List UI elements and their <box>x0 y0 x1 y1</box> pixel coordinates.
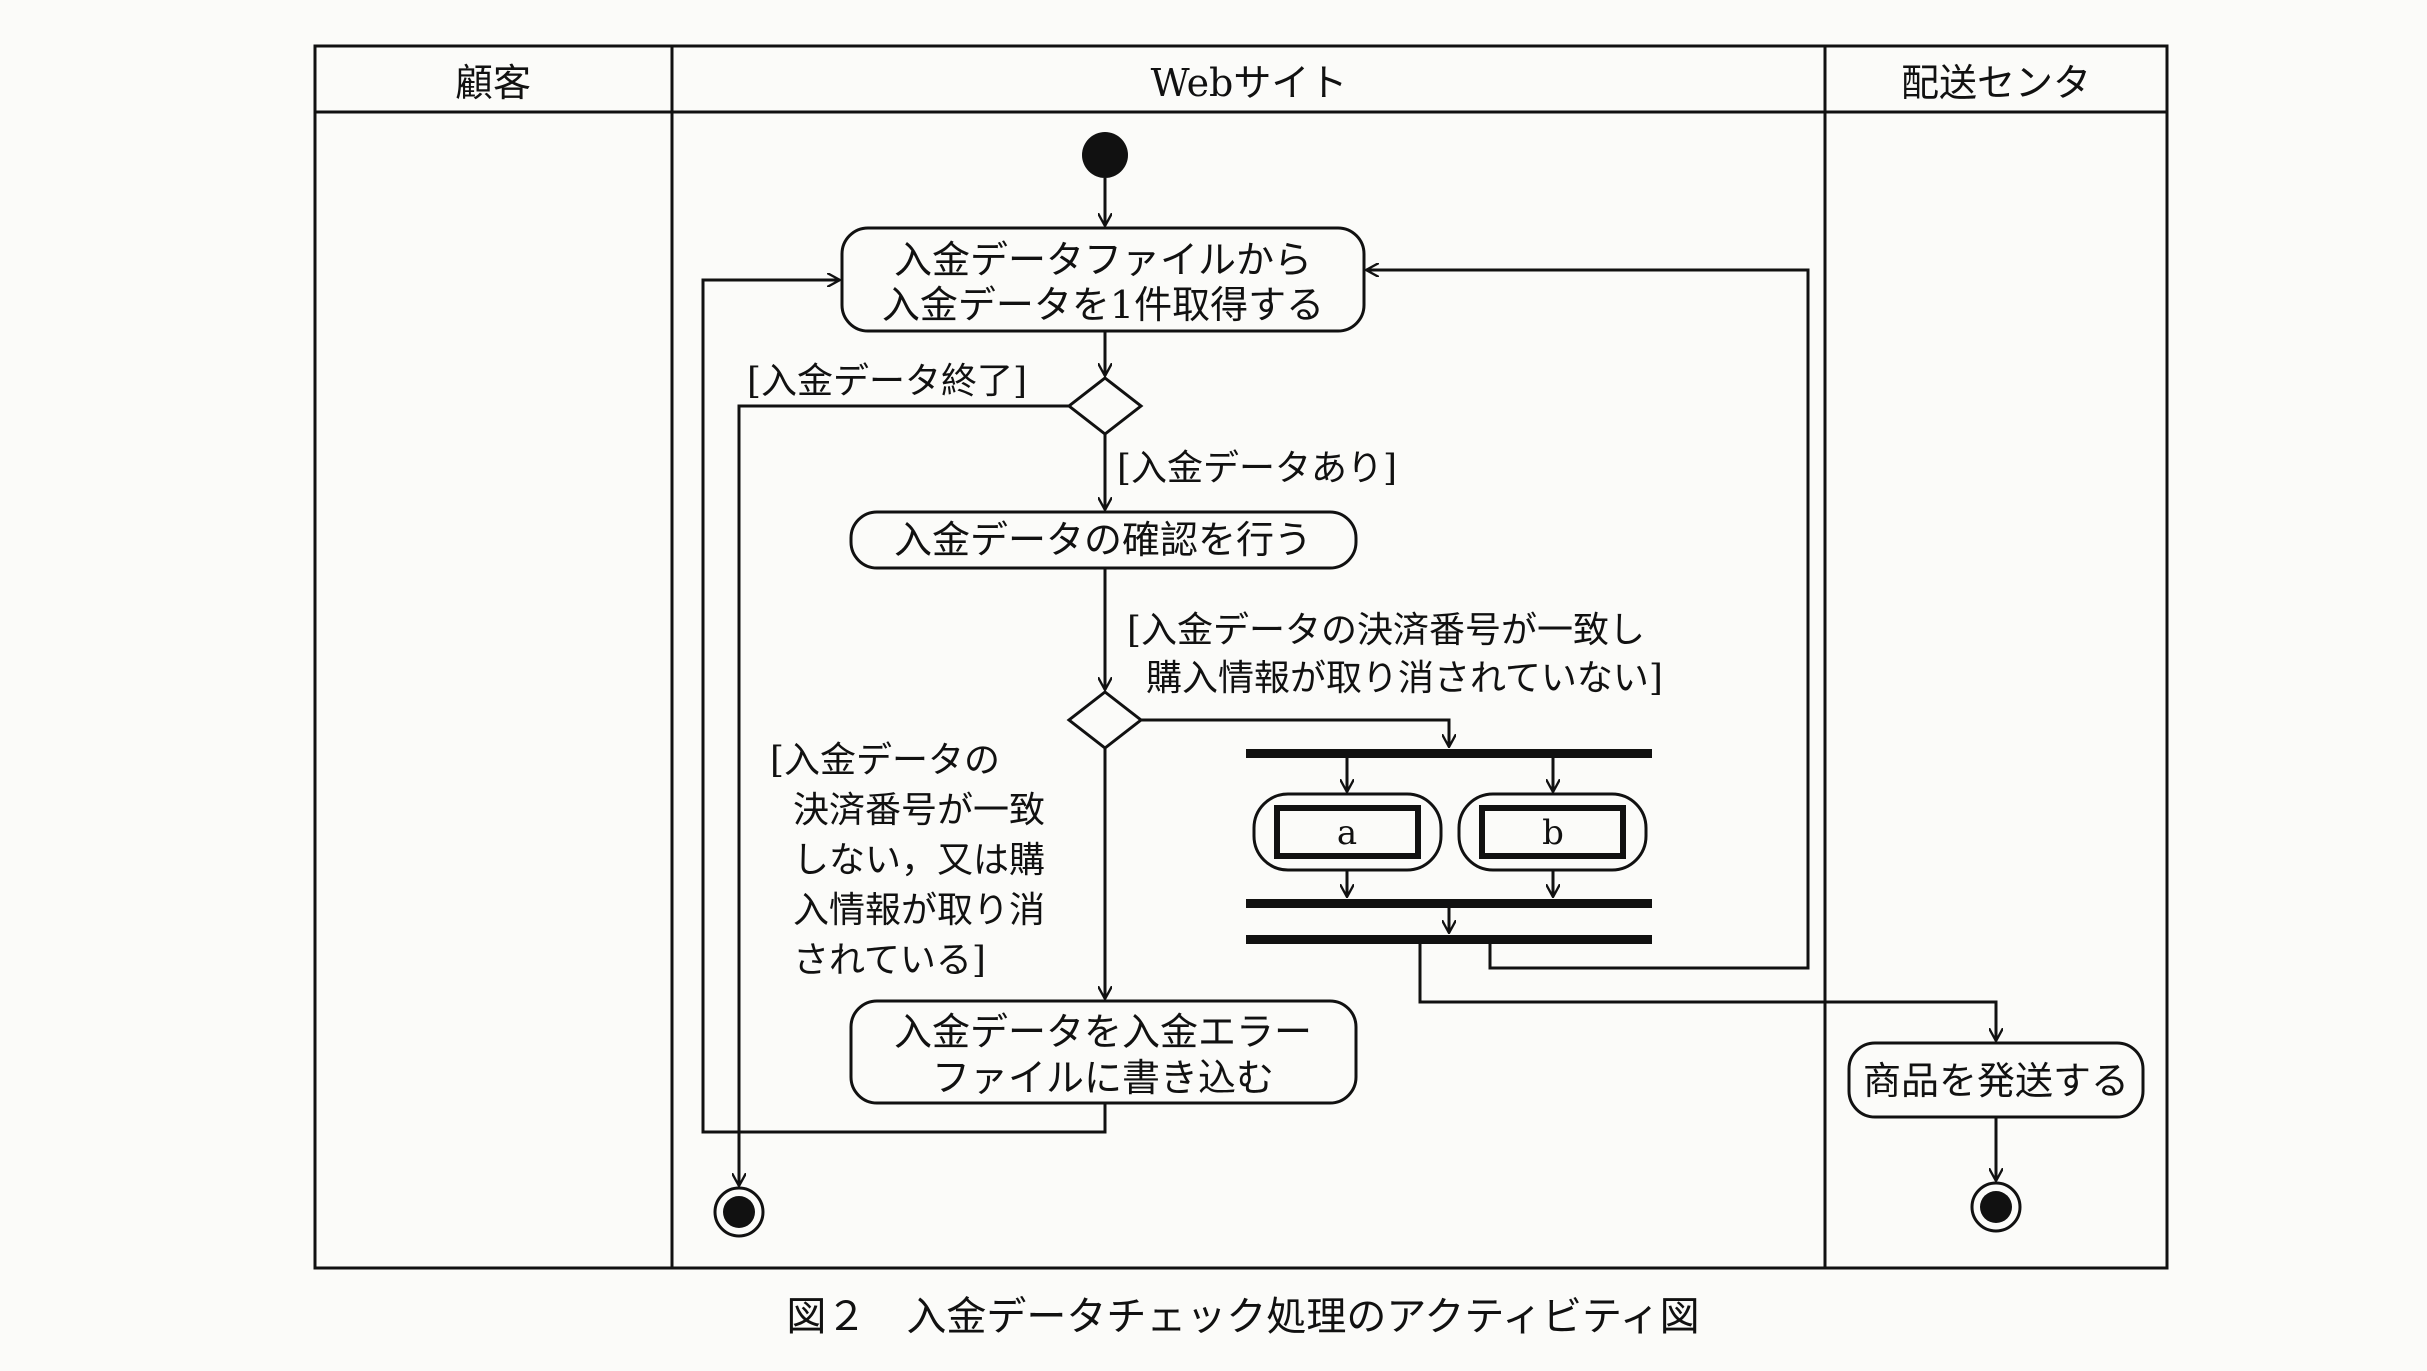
lane-header-delivery: 配送センタ <box>1901 61 2091 105</box>
join-bar <box>1246 899 1652 908</box>
guard-match-line2: 購入情報が取り消されていない] <box>1146 658 1663 699</box>
action-get-data-line1: 入金データファイルから <box>894 238 1312 282</box>
initial-node <box>1082 132 1128 178</box>
guard-mismatch-line3: しない，又は購 <box>793 840 1045 881</box>
guard-mismatch-line5: されている] <box>793 940 986 981</box>
lane-header-website: Webサイト <box>1151 61 1348 105</box>
guard-data-exists: [入金データあり] <box>1117 448 1397 489</box>
guard-match-line1: [入金データの決済番号が一致し <box>1127 610 1645 651</box>
flow-error-loop <box>701 280 1107 1134</box>
guard-mismatch-line4: 入情報が取り消 <box>793 890 1045 931</box>
blank-a-label: a <box>1337 813 1357 853</box>
action-write-error-line1: 入金データを入金エラー <box>894 1010 1312 1054</box>
blank-b-label: b <box>1542 813 1564 853</box>
lane-header-customer: 顧客 <box>455 61 531 105</box>
guard-mismatch-line1: [入金データの <box>770 740 1000 781</box>
fork-bar <box>1246 749 1652 758</box>
action-check-data-label: 入金データの確認を行う <box>894 518 1312 562</box>
final-node-delivery <box>1970 1181 2022 1233</box>
decision-node-2 <box>1066 690 1144 750</box>
decision-node-1 <box>1066 376 1144 436</box>
flow-decision2-to-fork <box>1141 718 1449 747</box>
action-write-error-line2: ファイルに書き込む <box>932 1056 1274 1100</box>
flow-join-to-ship <box>1418 944 1996 1041</box>
join-bar-2 <box>1246 935 1652 944</box>
action-ship-label: 商品を発送する <box>1863 1059 2129 1103</box>
figure-caption: 図２ 入金データチェック処理のアクティビティ図 <box>786 1294 1699 1340</box>
guard-mismatch-line2: 決済番号が一致 <box>793 790 1045 831</box>
action-get-data-line2: 入金データを1件取得する <box>882 283 1324 327</box>
activity-diagram: 顧客 Webサイト 配送センタ 入金データファイルから 入金データを1件取得する… <box>313 44 2169 1340</box>
final-node-website <box>713 1186 765 1238</box>
guard-data-end: [入金データ終了] <box>747 361 1027 402</box>
